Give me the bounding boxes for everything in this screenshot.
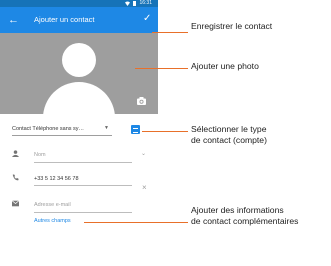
email-underline — [34, 212, 132, 213]
email-icon — [11, 200, 20, 209]
callout-line-more — [84, 222, 188, 223]
person-icon — [12, 150, 19, 159]
check-icon[interactable]: ✓ — [143, 12, 151, 26]
page-title: Ajouter un contact — [34, 15, 95, 24]
more-fields-link[interactable]: Autres champs — [34, 218, 71, 224]
email-field-row: Adresse e-mail — [0, 196, 158, 214]
chevron-down-icon[interactable]: ▼ — [104, 125, 109, 131]
app-bar: ← Ajouter un contact ✓ — [0, 7, 158, 33]
callout-line-save — [152, 32, 188, 33]
phone-icon — [12, 174, 19, 183]
callout-line-photo — [135, 68, 188, 69]
callout-line-account — [142, 131, 188, 132]
callout-save: Enregistrer le contact — [191, 21, 273, 31]
expand-name-icon[interactable]: ⌄ — [141, 150, 146, 157]
add-photo-area[interactable] — [0, 33, 158, 114]
account-select-underline — [12, 135, 112, 136]
battery-icon — [133, 1, 136, 6]
phone-screen: 16:31 ← Ajouter un contact ✓ Contact Tél… — [0, 0, 158, 266]
phone-field[interactable]: +33 5 12 34 56 78 — [34, 176, 79, 182]
phone-underline — [34, 185, 132, 186]
camera-icon[interactable] — [137, 97, 146, 105]
avatar-head — [62, 43, 96, 77]
status-bar: 16:31 — [0, 0, 158, 7]
close-icon[interactable]: × — [142, 183, 147, 192]
callout-account-2: de contact (compte) — [191, 135, 267, 145]
avatar-body — [43, 82, 115, 114]
wifi-icon — [125, 1, 130, 6]
callout-account-1: Sélectionner le type — [191, 124, 267, 134]
callout-more-1: Ajouter des informations — [191, 205, 284, 215]
account-type-row: Contact Téléphone sans sy… ▼ — [0, 122, 158, 138]
name-underline — [34, 162, 132, 163]
status-time: 16:31 — [139, 0, 152, 6]
callout-photo: Ajouter une photo — [191, 61, 259, 71]
name-field-row: Nom ⌄ — [0, 146, 158, 164]
email-field[interactable]: Adresse e-mail — [34, 202, 71, 208]
account-type-button[interactable] — [131, 125, 140, 134]
callout-more-2: de contact complémentaires — [191, 216, 299, 226]
account-select[interactable]: Contact Téléphone sans sy… — [12, 126, 84, 132]
name-field[interactable]: Nom — [34, 152, 46, 158]
arrow-left-icon[interactable]: ← — [8, 11, 19, 29]
